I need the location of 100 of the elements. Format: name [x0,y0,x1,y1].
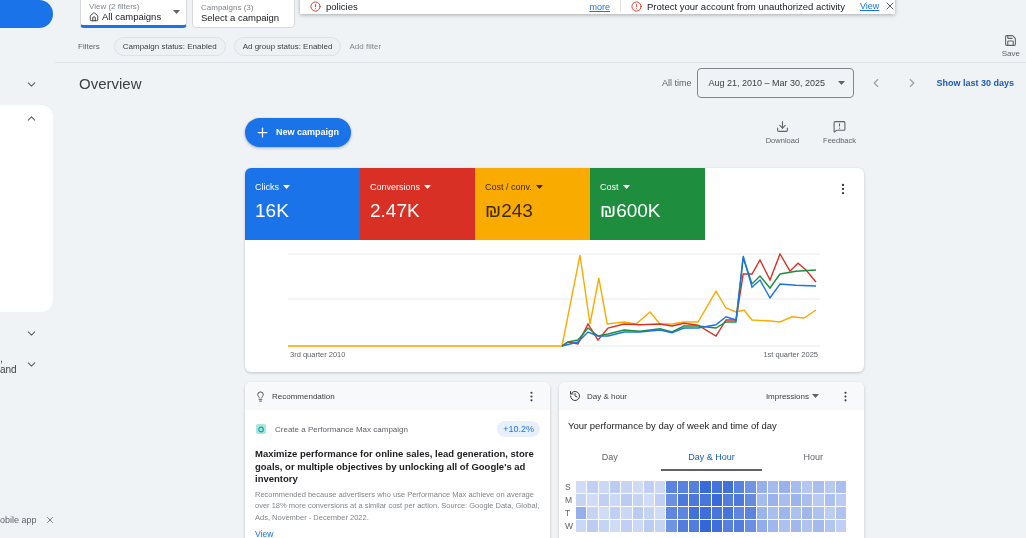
heatmap-cell [734,494,745,506]
heatmap-cell [824,481,835,493]
uplift-badge: +10.2% [497,421,540,437]
campaign-selector[interactable]: Campaigns (3) Select a campaign [192,0,295,28]
heatmap-cell [711,520,722,532]
heatmap-cell [621,494,632,506]
caret-icon [173,10,180,14]
caret-icon [838,81,846,85]
day-label: S [565,481,572,493]
feedback-icon [833,119,847,133]
clock-icon [569,390,581,402]
recommendation-title: Create a Performance Max campaign [275,424,408,434]
heatmap-cell [700,494,711,506]
heatmap-cell [587,507,598,519]
heatmap-cell [768,494,779,506]
heatmap-cell [609,520,621,532]
tab[interactable]: Day [559,445,661,471]
heatmap-cell [813,481,824,493]
heatmap-cell [734,507,745,519]
sidebar-text: , and [0,353,18,375]
add-filter-button[interactable]: Add filter [349,41,382,51]
filter-chip[interactable]: Ad group status: Enabled [233,36,342,56]
heatmap-cell [756,507,768,519]
heatmap-cell [722,494,734,506]
filter-chip[interactable]: Campaign status: Enabled [113,36,226,56]
heatmap-cell [609,507,621,519]
view-selector[interactable]: View (2 filters) All campaigns [80,0,187,28]
show-last-30-days-button[interactable]: Show last 30 days [936,78,1014,88]
heatmap-cell [677,481,688,493]
heatmap-cell [813,494,824,506]
close-button[interactable] [44,515,55,525]
heatmap-cell [643,481,655,493]
campaign-icon [255,423,267,435]
date-range-picker[interactable]: Aug 21, 2010 – Mar 30, 2025 [697,68,855,98]
heatmap-cell [835,481,847,493]
mobile-app-link[interactable]: obile app [0,515,37,525]
heatmap-cell [655,520,666,532]
caret-icon [622,185,630,189]
caret-icon [535,185,543,189]
heatmap-cell [587,494,598,506]
heatmap-cell [801,520,813,532]
heatmap-cell [576,494,587,506]
heatmap-cell [790,494,801,506]
heatmap-cell [598,520,609,532]
metric-tile[interactable]: Conversions 2.47K [360,168,475,240]
heatmap-cell [677,507,688,519]
heatmap-cell [576,507,587,519]
heatmap-cell [711,507,722,519]
heatmap-cell [587,481,598,493]
heatmap-cell [666,507,677,519]
view-link[interactable]: View [255,529,540,538]
metric-tile[interactable]: Clicks 16K [245,168,360,240]
heatmap-cell [813,507,824,519]
heatmap-cell [655,481,666,493]
notification-link[interactable]: more [589,1,610,12]
heatmap-cell [643,520,655,532]
heatmap-cell [722,520,734,532]
save-icon [1004,34,1018,47]
heatmap-cell [734,481,745,493]
heatmap-cell [609,494,621,506]
metric-tile[interactable]: Cost ₪600K [590,168,705,240]
heatmap-cell [790,507,801,519]
page-title: Overview [79,74,142,92]
house-icon [89,11,99,22]
heatmap-cell [632,520,643,532]
heatmap-cell [824,494,835,506]
heatmap-cell [745,481,756,493]
tab[interactable]: Day & Hour [660,445,763,471]
heatmap-cell [655,494,666,506]
heatmap-cell [621,481,632,493]
heatmap-cell [677,520,688,532]
caret-icon [283,185,290,189]
metric-tile[interactable]: Cost / conv. ₪243 [475,168,590,240]
heatmap-cell [779,494,790,506]
sidebar-button[interactable] [0,0,53,28]
heatmap-cell [768,507,779,519]
heatmap-cell [790,520,801,532]
notification-text: Protect your account from unauthorized activity [647,0,845,12]
heatmap-cell [598,481,609,493]
heatmap-cell [689,520,700,532]
heatmap-cell [734,520,745,532]
card-title: Recommendation [272,391,335,401]
alert-icon [310,1,321,12]
heatmap-cell [666,494,677,506]
heatmap-cell [621,520,632,532]
tab[interactable]: Hour [762,445,864,471]
heatmap-cell [643,494,655,506]
lightbulb-icon [255,390,266,402]
day-label: W [565,520,574,532]
metric-dropdown[interactable]: Impressions [765,391,833,401]
notification-link[interactable]: View [860,1,880,11]
heatmap-cell [621,507,632,519]
new-campaign-button[interactable]: New campaign [245,117,351,147]
heatmap-cell [768,481,779,493]
heatmap-cell [756,520,768,532]
save-button[interactable]: Save [1001,34,1020,58]
heatmap-cell [632,481,643,493]
heatmap-cell [711,481,722,493]
heatmap-cell [824,507,835,519]
heatmap-cell [576,481,587,493]
